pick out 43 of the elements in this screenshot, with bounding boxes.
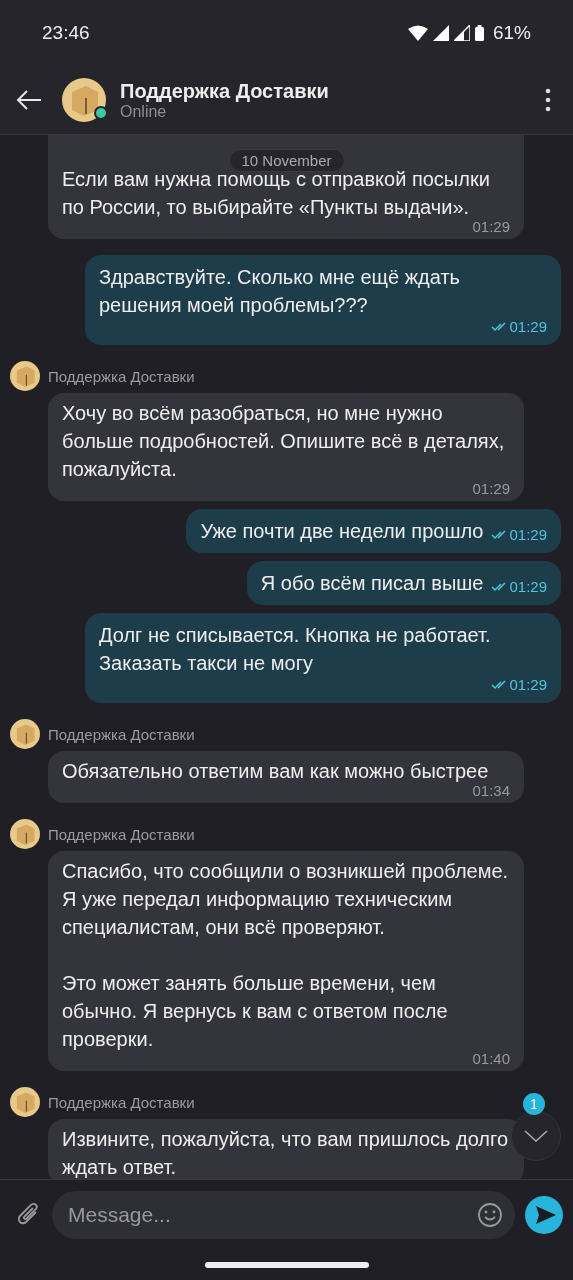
sender-name: Поддержка Доставки — [48, 825, 195, 843]
message-time: 01:29 — [509, 319, 547, 335]
message-text: Хочу во всём разобраться, но мне нужно больше подробностей. Опишите всё в деталях, пожалуйста. — [62, 401, 506, 482]
box-avatar — [10, 719, 40, 749]
date-chip: 10 November — [228, 149, 345, 172]
message-text: Здравствуйте. Сколько мне ещё ждать решения моей проблемы??? — [99, 265, 461, 318]
back-icon[interactable] — [16, 90, 42, 110]
message-text: Я обо всём писал выше — [260, 571, 484, 596]
message-time: 01:29 — [472, 219, 510, 235]
box-avatar — [10, 819, 40, 849]
message-time: 01:40 — [472, 1051, 510, 1067]
wifi-icon — [407, 25, 428, 41]
chat-title: Поддержка Доставки — [120, 79, 330, 103]
message-text: Спасибо, что сообщили о возникшей проблеме. Я уже передал информацию техническим специалистам, они всё проверяют. Это может занять больше времени, чем обычно. Я вернусь к вам с ответом после проверки. — [62, 859, 510, 1052]
message-time: 01:34 — [472, 783, 510, 799]
status-time: 23:46 — [42, 22, 90, 44]
emoji-icon[interactable] — [477, 1202, 503, 1228]
send-button[interactable] — [525, 1196, 563, 1234]
sender-name: Поддержка Доставки — [48, 367, 195, 385]
battery-level: 61% — [492, 22, 531, 44]
sender-name: Поддержка Доставки — [48, 725, 195, 743]
sender-name: Поддержка Доставки — [48, 1093, 195, 1111]
message-text: Извините, пожалуйста, что вам пришлось долго ждать ответ. — [62, 1127, 509, 1179]
chevron-down-icon — [524, 1130, 548, 1142]
battery-icon — [474, 25, 484, 41]
unread-badge: 1 — [523, 1093, 545, 1115]
box-avatar — [10, 361, 40, 391]
signal-icon — [453, 25, 470, 41]
message-text: Долг не списывается. Кнопка не работает. Заказать такси не могу — [99, 623, 492, 676]
message-text: Уже почти две недели прошло — [200, 519, 484, 544]
more-icon[interactable] — [545, 88, 551, 112]
message-time: 01:29 — [472, 481, 510, 497]
message-time: 01:29 — [509, 579, 547, 595]
box-avatar — [10, 1087, 40, 1117]
send-icon — [535, 1206, 556, 1224]
message-time: 01:29 — [509, 527, 547, 543]
box-avatar[interactable] — [62, 78, 106, 122]
message-field[interactable]: Message... — [52, 1191, 515, 1239]
scroll-down-button[interactable] — [511, 1111, 561, 1161]
chat-status: Online — [120, 102, 168, 121]
message-time: 01:29 — [509, 677, 547, 693]
message-text: Обязательно ответим вам как можно быстрее — [62, 759, 490, 784]
signal-icon — [432, 25, 449, 41]
